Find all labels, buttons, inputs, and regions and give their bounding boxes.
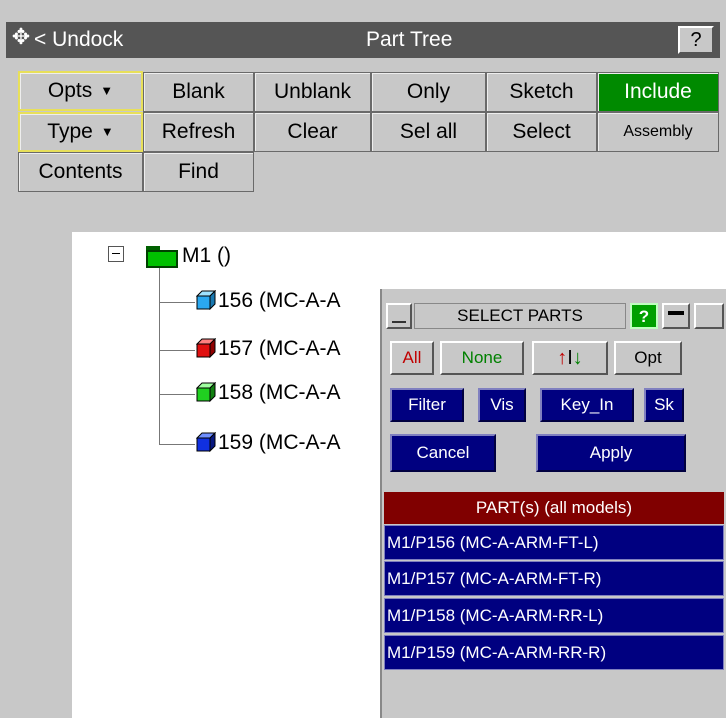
- select-parts-title: SELECT PARTS: [414, 303, 626, 329]
- collapse-toggle-icon[interactable]: [108, 246, 124, 262]
- dropdown-arrow-icon: ▼: [100, 83, 114, 99]
- part-tree-panel: ✥ < Undock Part Tree ? Opts ▼ Blank Unbla…: [0, 0, 726, 718]
- list-item[interactable]: M1/P158 (MC-A-ARM-RR-L): [384, 598, 724, 633]
- tree-item-156[interactable]: 156 (MC-A-A: [218, 287, 341, 315]
- arrow-up-icon: ↑: [557, 347, 568, 369]
- vis-button[interactable]: Vis: [478, 388, 526, 422]
- refresh-button[interactable]: Refresh: [143, 112, 254, 152]
- list-item[interactable]: M1/P157 (MC-A-ARM-FT-R): [384, 561, 724, 596]
- contents-button[interactable]: Contents: [18, 152, 143, 192]
- sketch-button[interactable]: Sketch: [486, 72, 597, 112]
- select-parts-dialog: SELECT PARTS ? All None ↑I↓ Opt Filter V…: [380, 289, 726, 718]
- minimize-icon[interactable]: [386, 303, 412, 329]
- unblank-button[interactable]: Unblank: [254, 72, 371, 112]
- apply-button[interactable]: Apply: [536, 434, 686, 472]
- list-item[interactable]: M1/P159 (MC-A-ARM-RR-R): [384, 635, 724, 670]
- folder-icon: [146, 246, 182, 268]
- tree-item-157[interactable]: 157 (MC-A-A: [218, 335, 341, 363]
- assembly-button[interactable]: Assembly: [597, 112, 719, 152]
- arrow-down-icon: ↓: [572, 347, 583, 369]
- clear-button[interactable]: Clear: [254, 112, 371, 152]
- help-button[interactable]: ?: [678, 26, 714, 54]
- tree-root-label[interactable]: M1 (): [182, 242, 231, 270]
- tree-item-158[interactable]: 158 (MC-A-A: [218, 379, 341, 407]
- cancel-button[interactable]: Cancel: [390, 434, 496, 472]
- type-label: Type: [47, 120, 93, 143]
- title-bar: ✥ < Undock Part Tree ?: [6, 22, 720, 58]
- sel-all-button[interactable]: Sel all: [371, 112, 486, 152]
- opts-label: Opts: [47, 79, 93, 102]
- close-icon[interactable]: [694, 303, 724, 329]
- find-button[interactable]: Find: [143, 152, 254, 192]
- part-cube-icon: [195, 289, 217, 311]
- select-parts-help-button[interactable]: ?: [630, 303, 658, 329]
- list-item[interactable]: M1/P156 (MC-A-ARM-FT-L): [384, 525, 724, 560]
- only-button[interactable]: Only: [371, 72, 486, 112]
- dropdown-arrow-icon: ▼: [100, 124, 114, 140]
- undock-button[interactable]: < Undock: [34, 26, 123, 54]
- select-all-button[interactable]: All: [390, 341, 434, 375]
- panel-title: Part Tree: [366, 28, 453, 51]
- opt-button[interactable]: Opt: [614, 341, 682, 375]
- reverse-selection-button[interactable]: ↑I↓: [532, 341, 608, 375]
- blank-button[interactable]: Blank: [143, 72, 254, 112]
- parts-list-header: PART(s) (all models): [384, 492, 724, 524]
- tree-item-159[interactable]: 159 (MC-A-A: [218, 429, 341, 457]
- include-button[interactable]: Include: [597, 72, 719, 112]
- part-cube-icon: [195, 431, 217, 453]
- move-handle-icon[interactable]: ✥: [9, 25, 33, 49]
- select-button[interactable]: Select: [486, 112, 597, 152]
- select-parts-title-bar: SELECT PARTS ?: [384, 301, 726, 331]
- part-cube-icon: [195, 337, 217, 359]
- type-dropdown[interactable]: Type ▼: [18, 112, 143, 152]
- opts-dropdown[interactable]: Opts ▼: [18, 71, 143, 111]
- sk-button[interactable]: Sk: [644, 388, 684, 422]
- key-in-button[interactable]: Key_In: [540, 388, 634, 422]
- part-cube-icon: [195, 381, 217, 403]
- filter-button[interactable]: Filter: [390, 388, 464, 422]
- pin-icon[interactable]: [662, 303, 690, 329]
- select-none-button[interactable]: None: [440, 341, 524, 375]
